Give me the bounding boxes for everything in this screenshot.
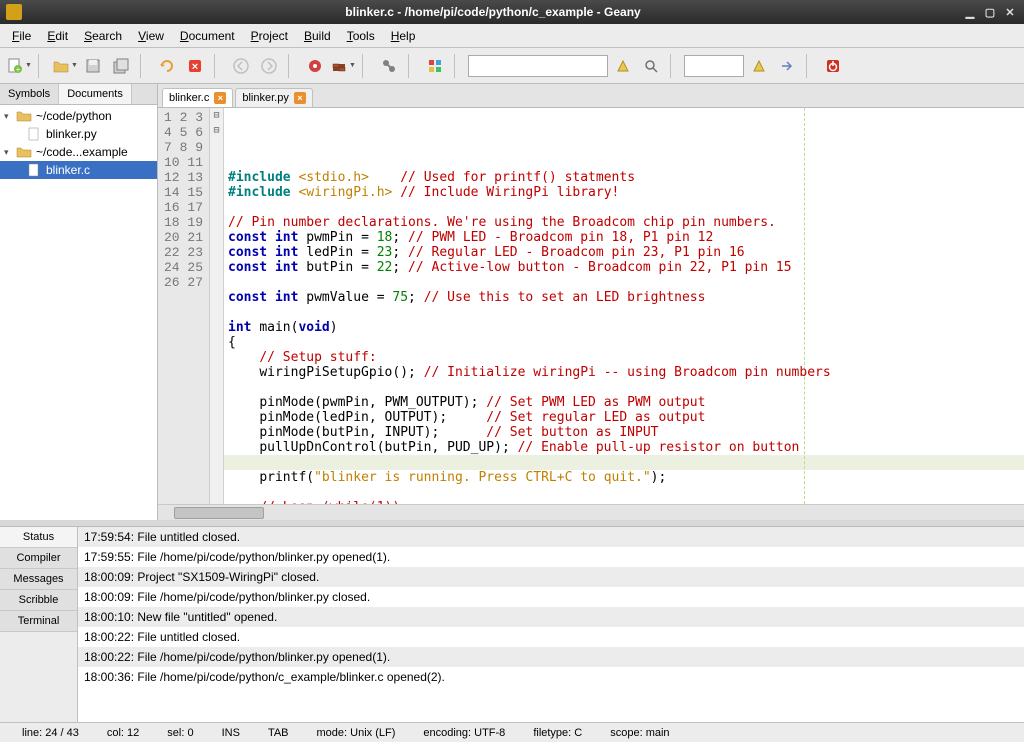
titlebar: blinker.c - /home/pi/code/python/c_examp… <box>0 0 1024 24</box>
editor-tab-blinker-py[interactable]: blinker.py× <box>235 88 312 107</box>
bottom-panel: StatusCompilerMessagesScribbleTerminal 1… <box>0 526 1024 722</box>
menu-tools[interactable]: Tools <box>339 27 383 45</box>
tree-folder[interactable]: ▾~/code/python <box>0 107 157 125</box>
new-file-button[interactable]: +▼ <box>6 53 32 79</box>
status-encoding: encoding: UTF-8 <box>409 727 519 739</box>
forward-button[interactable] <box>256 53 282 79</box>
folder-icon <box>16 109 32 123</box>
menu-view[interactable]: View <box>130 27 172 45</box>
goto-clear-button[interactable] <box>746 53 772 79</box>
open-file-button[interactable]: ▼ <box>52 53 78 79</box>
status-ins: INS <box>208 727 254 739</box>
editor-tab-blinker-c[interactable]: blinker.c× <box>162 88 233 107</box>
window-title: blinker.c - /home/pi/code/python/c_examp… <box>28 5 958 19</box>
menu-build[interactable]: Build <box>296 27 339 45</box>
sidebar: SymbolsDocuments ▾~/code/pythonblinker.p… <box>0 84 158 520</box>
message-row[interactable]: 18:00:22: File untitled closed. <box>78 627 1024 647</box>
menu-search[interactable]: Search <box>76 27 130 45</box>
reload-button[interactable] <box>154 53 180 79</box>
bottom-tab-scribble[interactable]: Scribble <box>0 590 77 611</box>
svg-text:×: × <box>192 61 198 73</box>
bottom-tab-terminal[interactable]: Terminal <box>0 611 77 632</box>
goto-line-input[interactable] <box>684 55 744 77</box>
back-button[interactable] <box>228 53 254 79</box>
toolbar: +▼ ▼ × ▼ <box>0 48 1024 84</box>
status-mode: mode: Unix (LF) <box>303 727 410 739</box>
search-find-button[interactable] <box>638 53 664 79</box>
app-icon <box>6 4 22 20</box>
status-messages[interactable]: 17:59:54: File untitled closed.17:59:55:… <box>78 527 1024 722</box>
status-sel: sel: 0 <box>153 727 207 739</box>
file-icon <box>26 163 42 177</box>
fold-column[interactable]: ⊟ ⊟ <box>210 108 224 504</box>
run-button[interactable] <box>376 53 402 79</box>
message-row[interactable]: 18:00:09: Project "SX1509-WiringPi" clos… <box>78 567 1024 587</box>
search-input[interactable] <box>468 55 608 77</box>
search-clear-button[interactable] <box>610 53 636 79</box>
message-row[interactable]: 18:00:22: File /home/pi/code/python/blin… <box>78 647 1024 667</box>
menu-document[interactable]: Document <box>172 27 243 45</box>
close-tab-icon[interactable]: × <box>214 92 226 104</box>
compile-button[interactable] <box>302 53 328 79</box>
close-tab-icon[interactable]: × <box>294 92 306 104</box>
status-scope: scope: main <box>596 727 683 739</box>
tree-folder[interactable]: ▾~/code...example <box>0 143 157 161</box>
sidebar-tab-symbols[interactable]: Symbols <box>0 84 59 104</box>
message-row[interactable]: 17:59:54: File untitled closed. <box>78 527 1024 547</box>
status-line: line: 24 / 43 <box>8 727 93 739</box>
bottom-tab-messages[interactable]: Messages <box>0 569 77 590</box>
close-button[interactable]: ✕ <box>1002 4 1018 20</box>
message-row[interactable]: 18:00:09: File /home/pi/code/python/blin… <box>78 587 1024 607</box>
bottom-tab-status[interactable]: Status <box>0 527 77 548</box>
horizontal-scrollbar[interactable] <box>158 504 1024 520</box>
menu-project[interactable]: Project <box>243 27 296 45</box>
save-button[interactable] <box>80 53 106 79</box>
goto-button[interactable] <box>774 53 800 79</box>
bottom-tab-compiler[interactable]: Compiler <box>0 548 77 569</box>
svg-text:+: + <box>16 65 21 74</box>
sidebar-tab-documents[interactable]: Documents <box>59 84 132 104</box>
maximize-button[interactable]: ▢ <box>982 4 998 20</box>
menu-edit[interactable]: Edit <box>39 27 76 45</box>
status-filetype: filetype: C <box>519 727 596 739</box>
message-row[interactable]: 18:00:36: File /home/pi/code/python/c_ex… <box>78 667 1024 687</box>
document-tree[interactable]: ▾~/code/pythonblinker.py▾~/code...exampl… <box>0 105 157 520</box>
tree-file[interactable]: blinker.py <box>0 125 157 143</box>
close-file-button[interactable]: × <box>182 53 208 79</box>
menubar: FileEditSearchViewDocumentProjectBuildTo… <box>0 24 1024 48</box>
message-row[interactable]: 17:59:55: File /home/pi/code/python/blin… <box>78 547 1024 567</box>
message-row[interactable]: 18:00:10: New file "untitled" opened. <box>78 607 1024 627</box>
code-area[interactable]: #include <stdio.h> // Used for printf() … <box>224 108 1024 504</box>
folder-icon <box>16 145 32 159</box>
statusbar: line: 24 / 43 col: 12 sel: 0 INS TAB mod… <box>0 722 1024 742</box>
minimize-button[interactable]: ▁ <box>962 4 978 20</box>
menu-help[interactable]: Help <box>383 27 424 45</box>
menu-file[interactable]: File <box>4 27 39 45</box>
color-chooser-button[interactable] <box>422 53 448 79</box>
status-tab: TAB <box>254 727 303 739</box>
file-icon <box>26 127 42 141</box>
build-button[interactable]: ▼ <box>330 53 356 79</box>
editor: blinker.c×blinker.py× 1 2 3 4 5 6 7 8 9 … <box>158 84 1024 520</box>
editor-tabs: blinker.c×blinker.py× <box>158 84 1024 108</box>
status-col: col: 12 <box>93 727 153 739</box>
line-gutter[interactable]: 1 2 3 4 5 6 7 8 9 10 11 12 13 14 15 16 1… <box>158 108 210 504</box>
save-all-button[interactable] <box>108 53 134 79</box>
quit-button[interactable] <box>820 53 846 79</box>
tree-file[interactable]: blinker.c <box>0 161 157 179</box>
